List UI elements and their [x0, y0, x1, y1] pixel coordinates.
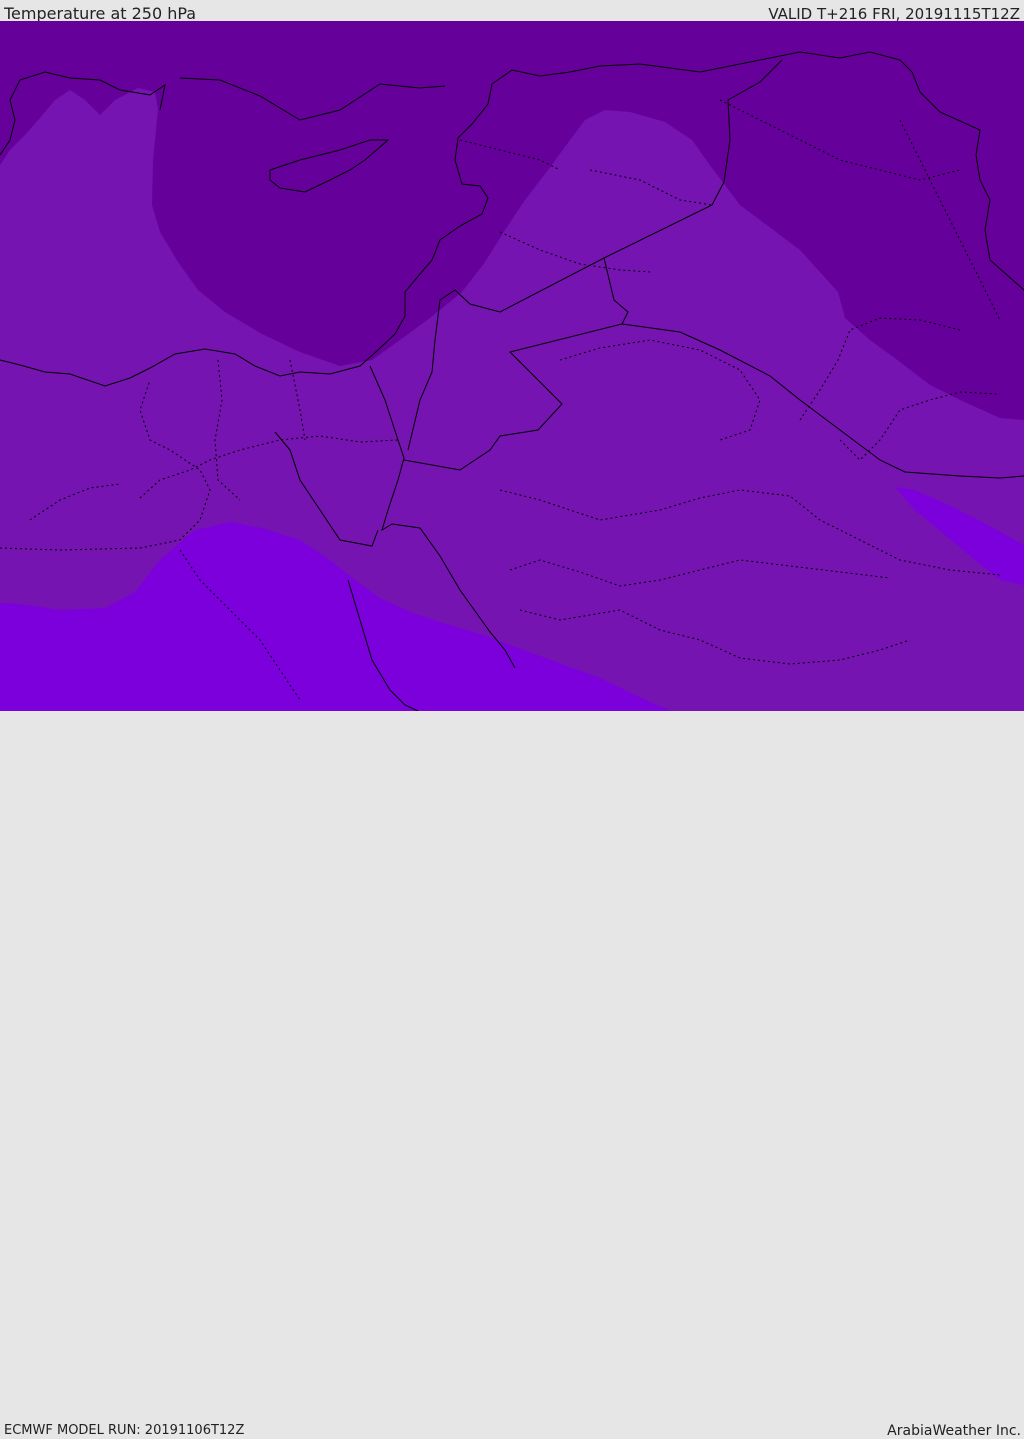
model-run-label: ECMWF MODEL RUN: 20191106T12Z [4, 1423, 245, 1438]
brand-label: ArabiaWeather Inc. [887, 1423, 1021, 1439]
header-bar: Temperature at 250 hPa VALID T+216 FRI, … [0, 0, 1024, 23]
temperature-map[interactable] [0, 21, 1024, 711]
footer-bar: ECMWF MODEL RUN: 20191106T12Z ArabiaWeat… [0, 711, 1024, 1439]
map-canvas [0, 21, 1024, 711]
